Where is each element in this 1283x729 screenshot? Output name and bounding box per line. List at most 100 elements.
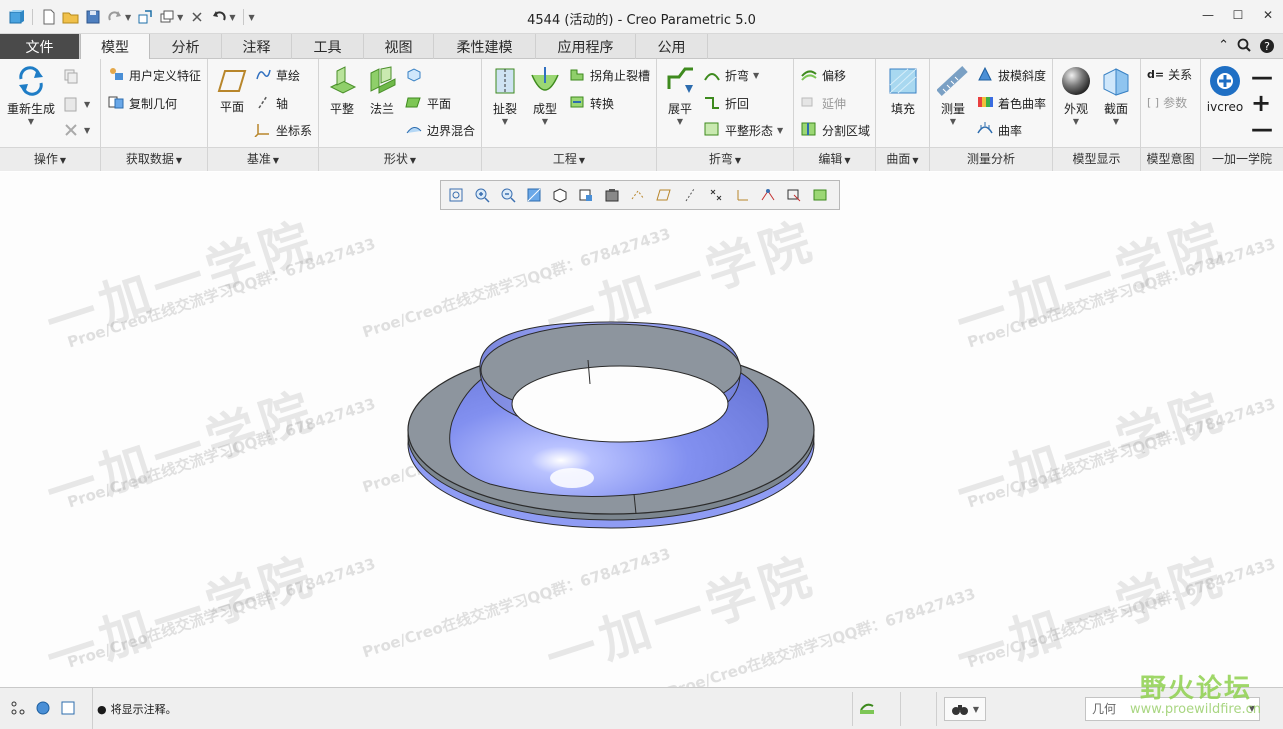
split-area-button[interactable]: 分割区域 — [800, 121, 870, 140]
shaded-curvature-button[interactable]: 着色曲率 — [976, 94, 1046, 113]
title-bar: ▼ ▼ ▼ ▼ 4544 (活动的) - Creo Parametric 5.0… — [0, 0, 1283, 34]
tab-file[interactable]: 文件 — [0, 34, 80, 59]
axis-button[interactable]: 轴 — [254, 94, 288, 113]
split-area-icon — [800, 121, 818, 140]
extend-button[interactable]: 延伸 — [800, 94, 846, 113]
bend-back-button[interactable]: 折回 — [703, 94, 749, 113]
regen-status-icon[interactable] — [858, 700, 876, 719]
delete-icon[interactable]: ▼ — [62, 121, 90, 139]
group-label-edit[interactable]: 编辑 ▼ — [794, 147, 875, 171]
sheetmetal-part-model[interactable] — [0, 172, 1283, 687]
bend-back-icon — [703, 94, 721, 113]
group-datum: 平面 草绘 轴 坐标系 基准 ▼ — [208, 59, 319, 171]
bend-icon — [703, 66, 721, 85]
flat-wall-button[interactable]: 平整 — [325, 65, 359, 117]
form-icon — [531, 67, 559, 91]
rip-button[interactable]: 扯裂 ▼ — [488, 65, 522, 126]
csys-button[interactable]: 坐标系 — [254, 121, 312, 140]
flat-pattern-button[interactable]: 平整形态 ▼ — [703, 121, 783, 140]
svg-text:?: ? — [1264, 40, 1270, 53]
status-message: ● 将显示注释。 — [92, 688, 177, 729]
navigator-icon[interactable] — [10, 700, 26, 719]
fill-icon — [889, 68, 917, 94]
form-button[interactable]: 成型 ▼ — [528, 65, 562, 126]
tab-annotate[interactable]: 注释 — [222, 34, 292, 59]
bend-button[interactable]: 折弯 ▼ — [703, 66, 759, 85]
group-label-engineering[interactable]: 工程 ▼ — [482, 147, 656, 171]
relations-button[interactable]: d= 关系 — [1147, 66, 1192, 83]
group-label-model-display: 模型显示 — [1053, 147, 1140, 171]
tab-flexible-modeling[interactable]: 柔性建模 — [434, 34, 536, 59]
regenerate-icon — [19, 66, 43, 96]
corner-relief-button[interactable]: 拐角止裂槽 — [568, 66, 650, 85]
appearance-button[interactable]: 外观 ▼ — [1059, 65, 1093, 126]
unbend-icon — [667, 67, 693, 93]
status-bar: ● 将显示注释。 ▼ 几何 ▼ — [0, 687, 1283, 729]
copy-geometry-button[interactable]: 复制几何 — [107, 94, 177, 113]
maximize-button[interactable]: ☐ — [1223, 0, 1253, 30]
find-button[interactable]: ▼ — [944, 697, 986, 721]
boundary-blend-button[interactable]: 边界混合 — [405, 121, 475, 140]
tab-common[interactable]: 公用 — [636, 34, 708, 59]
search-icon[interactable] — [1237, 38, 1251, 58]
group-label-bend[interactable]: 折弯 ▼ — [657, 147, 793, 171]
flange-button[interactable]: 法兰 — [365, 65, 399, 117]
tab-tools[interactable]: 工具 — [292, 34, 364, 59]
minimize-button[interactable]: — — [1193, 0, 1223, 30]
ivcreo-button[interactable]: ivcreo — [1205, 65, 1245, 114]
boundary-blend-icon — [405, 121, 423, 140]
tab-view[interactable]: 视图 — [364, 34, 434, 59]
unbend-button[interactable]: 展平 ▼ — [663, 65, 697, 126]
tab-model[interactable]: 模型 — [80, 34, 150, 60]
zoom-minus-2-icon[interactable]: — — [1251, 117, 1273, 142]
ribbon-tabs: 文件 模型 分析 注释 工具 视图 柔性建模 应用程序 公用 ⌃ ? — [0, 34, 1283, 60]
draft-analysis-button[interactable]: 拔模斜度 — [976, 66, 1046, 85]
group-label-shape[interactable]: 形状 ▼ — [319, 147, 481, 171]
csys-icon — [254, 121, 272, 140]
sketch-button[interactable]: 草绘 — [254, 66, 300, 85]
fill-button[interactable]: 填充 — [886, 65, 920, 117]
shaded-curvature-icon — [976, 94, 994, 113]
group-label-operations[interactable]: 操作 ▼ — [0, 147, 100, 171]
curvature-icon — [976, 121, 994, 140]
relations-icon: d= — [1147, 68, 1165, 81]
browser-icon[interactable] — [34, 700, 52, 719]
flange-icon — [370, 66, 396, 94]
copy-icon[interactable] — [62, 67, 80, 85]
group-label-get-data[interactable]: 获取数据 ▼ — [101, 147, 207, 171]
group-edit: 偏移 延伸 分割区域 编辑 ▼ — [794, 59, 876, 171]
fullscreen-icon[interactable] — [60, 700, 76, 719]
group-label-datum[interactable]: 基准 ▼ — [208, 147, 318, 171]
udf-button[interactable]: 用户定义特征 — [107, 66, 201, 85]
collapse-ribbon-icon[interactable]: ⌃ — [1218, 38, 1229, 58]
extrude-small-icon[interactable] — [405, 66, 427, 85]
group-yijia: ivcreo — + — 一加一学院 — [1201, 59, 1283, 171]
zoom-plus-icon[interactable]: + — [1251, 89, 1271, 117]
close-button[interactable]: ✕ — [1253, 0, 1283, 30]
shape-plane-button[interactable]: 平面 — [405, 94, 451, 113]
parameters-button[interactable]: [ ] 参数 — [1147, 94, 1187, 111]
curvature-button[interactable]: 曲率 — [976, 121, 1022, 140]
paste-icon[interactable]: ▼ — [62, 95, 90, 113]
convert-button[interactable]: 转换 — [568, 94, 614, 113]
udf-icon — [107, 66, 125, 85]
tab-applications[interactable]: 应用程序 — [536, 34, 636, 59]
offset-icon — [800, 66, 818, 85]
group-model-intent: d= 关系 [ ] 参数 模型意图 — [1141, 59, 1201, 171]
group-engineering: 扯裂 ▼ 成型 ▼ 拐角止裂槽 转换 工程 ▼ — [482, 59, 657, 171]
draft-analysis-icon — [976, 66, 994, 85]
datum-plane-icon — [217, 70, 247, 92]
parameters-icon: [ ] — [1147, 96, 1160, 109]
tab-analysis[interactable]: 分析 — [150, 34, 222, 59]
group-bend: 展平 ▼ 折弯 ▼ 折回 平整形态 ▼ 折弯 ▼ — [657, 59, 794, 171]
zoom-minus-icon[interactable]: — — [1251, 65, 1273, 90]
regenerate-button[interactable]: 重新生成 ▼ — [4, 65, 58, 126]
help-icon[interactable]: ? — [1259, 38, 1275, 58]
measure-button[interactable]: 测量 ▼ — [936, 65, 970, 126]
brand-watermark: 野火论坛 — [1140, 674, 1253, 704]
group-label-surface[interactable]: 曲面 ▼ — [876, 147, 929, 171]
section-button[interactable]: 截面 ▼ — [1099, 65, 1133, 126]
datum-plane-button[interactable]: 平面 — [214, 67, 250, 115]
offset-button[interactable]: 偏移 — [800, 66, 846, 85]
graphics-viewport[interactable]: 一加一学院 Proe/Creo在线交流学习QQ群：678427433 一加一学院… — [0, 172, 1283, 687]
